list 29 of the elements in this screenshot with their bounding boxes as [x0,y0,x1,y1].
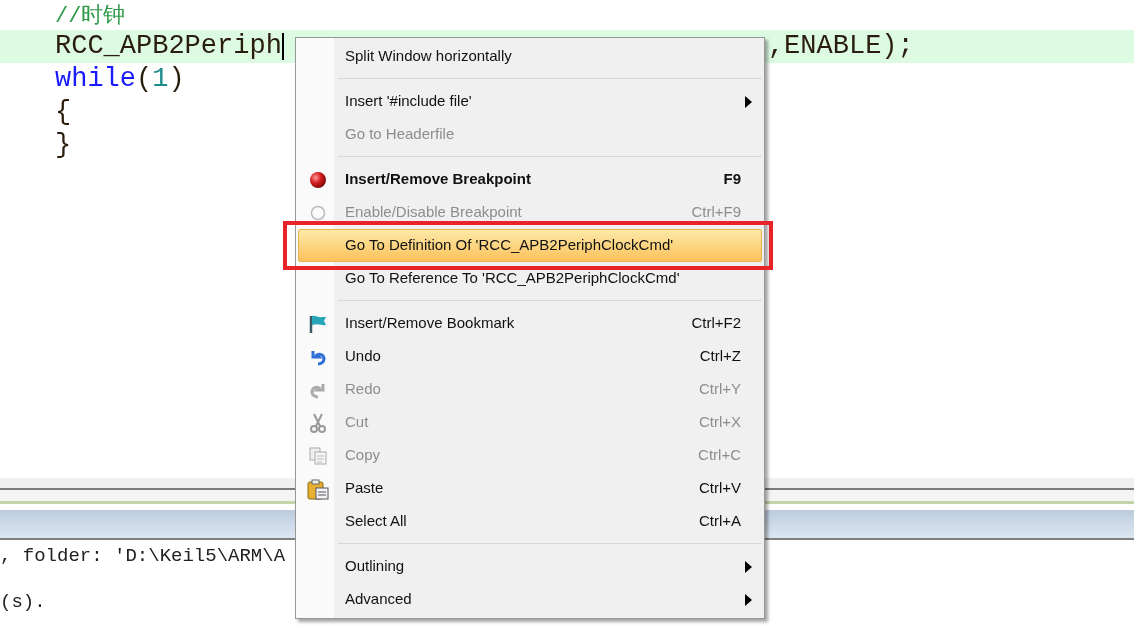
scissors-icon [310,412,326,433]
menu-item[interactable]: Insert/Remove Breakpoint F9 [298,163,762,196]
code-text: ( [136,63,153,97]
code-text: ,ENABLE); [767,30,914,64]
keyword: while [55,63,136,97]
menu-item[interactable]: Go To Reference To 'RCC_APB2PeriphClockCmd' [298,262,762,295]
menu-item[interactable]: Split Window horizontally [298,40,762,73]
circle-icon [310,204,326,221]
code-text: 1 [152,63,169,97]
code-text: ) [168,63,185,97]
menu-item[interactable]: Outlining [298,550,762,583]
code-comment: //时钟 [55,2,126,31]
output-text: (s). [0,590,46,614]
output-text: , folder: 'D:\Keil5\ARM\A [0,544,286,568]
code-text: { [55,96,72,130]
menu-item[interactable]: Advanced [298,583,762,616]
text-cursor [281,33,284,60]
code-text: } [55,129,72,163]
copy-icon [308,445,328,466]
breakpoint-icon [309,170,327,189]
clipboard-icon [307,477,329,500]
menu-item[interactable]: Insert '#include file' [298,85,762,118]
menu-item[interactable]: Go To Definition Of 'RCC_APB2PeriphClockCmd' [298,229,762,262]
menu-item[interactable]: Undo Ctrl+Z [298,340,762,373]
code-text: RCC_APB2Periph [55,30,282,64]
menu-item[interactable]: Paste Ctrl+V [298,472,762,505]
menu-item[interactable]: Insert/Remove Bookmark Ctrl+F2 [298,307,762,340]
menu-item[interactable]: Select All Ctrl+A [298,505,762,538]
flag-icon [308,313,328,334]
